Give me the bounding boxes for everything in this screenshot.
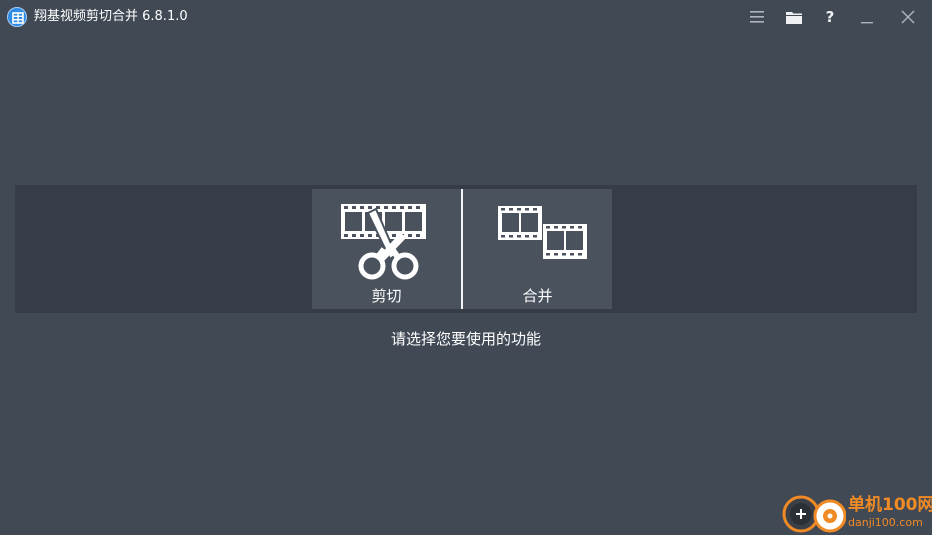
app-logo-icon	[7, 7, 27, 27]
watermark-url: danji100.com	[848, 516, 923, 529]
title-bar[interactable]: 翔基视频剪切合并 6.8.1.0 ?	[0, 0, 932, 34]
menu-button[interactable]	[743, 4, 771, 30]
close-icon	[901, 10, 915, 24]
film-merge-icon	[498, 206, 587, 259]
function-hint: 请选择您要使用的功能	[390, 330, 541, 348]
minimize-icon	[861, 22, 873, 24]
help-icon: ?	[825, 8, 835, 26]
watermark-logo-icon	[782, 495, 846, 533]
merge-label: 合并	[522, 287, 553, 305]
app-window: 翔基视频剪切合并 6.8.1.0 ? 剪切 合并 请选择您要使用的功能 单机10…	[0, 0, 932, 535]
function-panel: 剪切 合并	[15, 185, 917, 313]
film-scissors-icon	[341, 204, 426, 280]
cut-function-button[interactable]: 剪切	[312, 189, 461, 309]
open-folder-button[interactable]	[780, 4, 808, 30]
watermark: 单机100网 danji100.com	[782, 491, 932, 535]
minimize-button[interactable]	[853, 4, 881, 30]
watermark-title: 单机100网	[848, 495, 932, 515]
merge-function-button[interactable]: 合并	[463, 189, 612, 309]
menu-icon	[750, 11, 764, 23]
help-button[interactable]: ?	[816, 4, 844, 30]
cut-label: 剪切	[371, 287, 402, 305]
window-title: 翔基视频剪切合并 6.8.1.0	[34, 9, 188, 24]
close-button[interactable]	[894, 4, 922, 30]
folder-icon	[786, 11, 802, 24]
